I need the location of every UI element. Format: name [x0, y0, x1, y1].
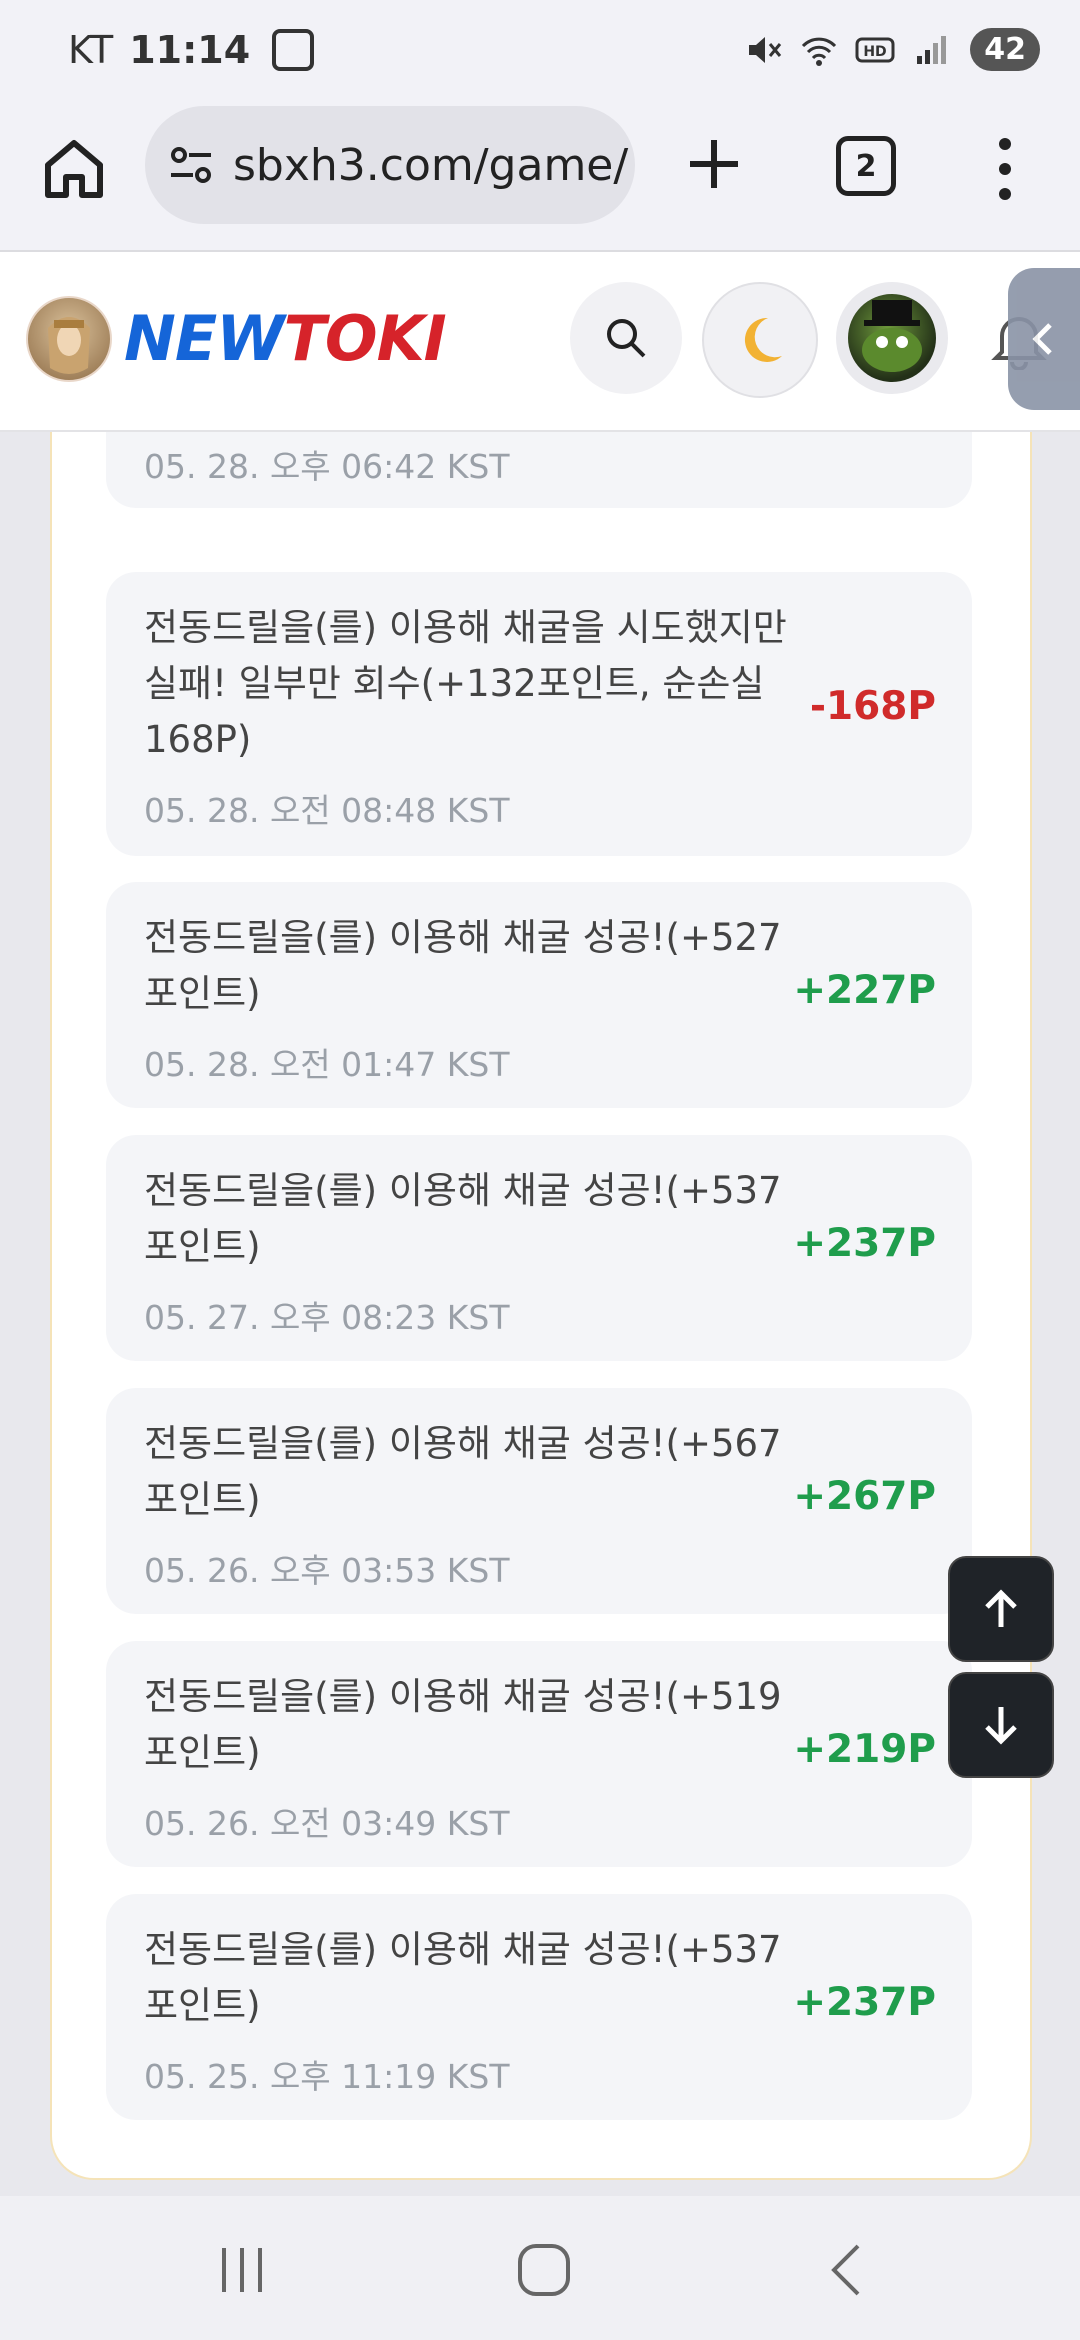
history-date: 05. 25. 오후 11:19 KST: [144, 2057, 510, 2096]
tab-switcher-button[interactable]: 2: [836, 136, 896, 196]
history-description: 전동드릴을(를) 이용해 채굴 성공!(+567포인트): [144, 1422, 782, 1521]
scroll-bottom-button[interactable]: [948, 1672, 1054, 1778]
svg-text:HD: HD: [864, 44, 887, 60]
hd-icon: HD: [855, 37, 895, 62]
history-item: 전동드릴을(를) 이용해 채굴 성공!(+519포인트) 05. 26. 오전 0…: [106, 1641, 972, 1867]
history-item: 전동드릴을(를) 이용해 채굴 성공!(+527포인트) 05. 28. 오전 0…: [106, 882, 972, 1108]
url-text[interactable]: sbxh3.com/game/: [233, 140, 628, 191]
back-icon[interactable]: [816, 2238, 880, 2302]
history-points: +237P: [793, 1221, 936, 1266]
logo-text-new[interactable]: NEW: [124, 302, 285, 375]
history-points: +227P: [793, 968, 936, 1013]
history-points: +237P: [793, 1980, 936, 2025]
more-menu-icon[interactable]: [990, 134, 1020, 204]
history-date: 05. 26. 오후 03:53 KST: [144, 1551, 510, 1590]
history-description: 전동드릴을(를) 이용해 채굴 성공!(+537포인트): [144, 1928, 782, 2027]
history-date: 05. 27. 오후 08:23 KST: [144, 1298, 510, 1337]
history-item: 전동드릴을(를) 이용해 채굴 성공!(+537포인트) 05. 25. 오후 1…: [106, 1894, 972, 2120]
status-left: KT 11:14: [68, 28, 315, 72]
signal-icon: [917, 35, 947, 64]
history-points: -168P: [809, 684, 936, 729]
recents-icon[interactable]: [210, 2238, 274, 2302]
scroll-top-button[interactable]: [948, 1556, 1054, 1662]
wifi-icon: [802, 37, 837, 66]
history-description: 전동드릴을(를) 이용해 채굴 성공!(+519포인트): [144, 1675, 782, 1774]
dark-mode-toggle[interactable]: [702, 282, 818, 398]
status-right: HD 42: [728, 28, 1040, 71]
history-date: 05. 28. 오전 08:48 KST: [144, 791, 510, 830]
new-tab-icon[interactable]: [680, 130, 748, 198]
home-icon[interactable]: [40, 135, 108, 203]
point-history-panel: 트)05. 28. 오후 06:42 KST+57P전동드릴을(를) 이용해 채…: [50, 380, 1032, 2180]
history-description: 전동드릴을(를) 이용해 채굴을 시도했지만 실패! 일부만 회수(+132포인…: [144, 606, 787, 761]
side-drawer-tab[interactable]: [1008, 268, 1080, 410]
site-header: NEWTOKI: [0, 252, 1080, 432]
moon-icon: [744, 317, 782, 362]
status-bar: KT 11:14 HD 42: [0, 0, 1080, 100]
carrier-label: KT: [68, 28, 114, 72]
history-item: 전동드릴을(를) 이용해 채굴 성공!(+567포인트) 05. 26. 오후 0…: [106, 1388, 972, 1614]
site-logo[interactable]: NEWTOKI: [124, 302, 447, 375]
arrow-down-icon: [985, 1707, 1017, 1745]
system-nav-bar: [0, 2196, 1080, 2340]
history-date: 05. 28. 오후 06:42 KST: [144, 447, 510, 486]
user-avatar[interactable]: [836, 282, 948, 394]
home-nav-icon[interactable]: [512, 2238, 576, 2302]
history-points: +219P: [793, 1727, 936, 1772]
history-description: 전동드릴을(를) 이용해 채굴 성공!(+537포인트): [144, 1169, 782, 1268]
logo-text-toki[interactable]: TOKI: [284, 302, 447, 375]
history-date: 05. 26. 오전 03:49 KST: [144, 1804, 510, 1843]
address-bar[interactable]: sbxh3.com/game/: [145, 106, 635, 224]
chevron-left-icon: [1032, 323, 1052, 355]
mute-icon: [749, 36, 782, 63]
history-item: 전동드릴을(를) 이용해 채굴을 시도했지만 실패! 일부만 회수(+132포인…: [106, 572, 972, 856]
history-date: 05. 28. 오전 01:47 KST: [144, 1045, 510, 1084]
history-description: 전동드릴을(를) 이용해 채굴 성공!(+527포인트): [144, 916, 782, 1015]
screenshot-icon: [272, 29, 315, 71]
search-button[interactable]: [570, 282, 682, 394]
history-item: 전동드릴을(를) 이용해 채굴 성공!(+537포인트) 05. 27. 오후 0…: [106, 1135, 972, 1361]
logo-image[interactable]: [26, 296, 112, 382]
browser-toolbar: sbxh3.com/game/ 2: [0, 100, 1080, 252]
site-settings-icon[interactable]: [167, 141, 215, 189]
arrow-up-icon: [985, 1589, 1017, 1627]
search-icon: [607, 319, 646, 358]
battery-level: 42: [970, 28, 1040, 71]
history-points: +267P: [793, 1474, 936, 1519]
clock: 11:14: [129, 28, 251, 72]
avatar-image: [848, 294, 936, 382]
